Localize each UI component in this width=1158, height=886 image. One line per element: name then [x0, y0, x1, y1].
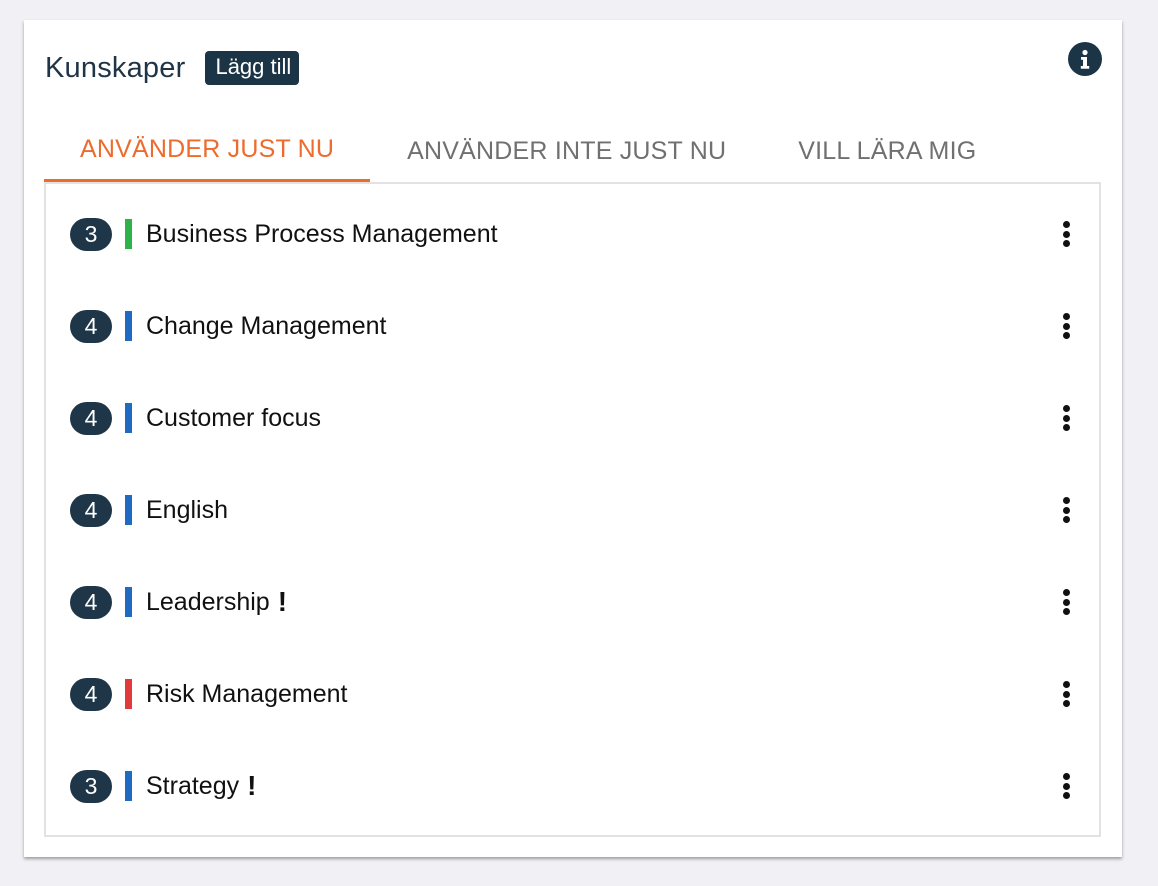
list-item: 3 Strategy! [46, 756, 1099, 816]
kebab-menu-icon[interactable] [1059, 679, 1073, 709]
skill-name[interactable]: Risk Management [146, 680, 347, 709]
skill-name[interactable]: Strategy! [146, 770, 256, 802]
skill-name[interactable]: Change Management [146, 312, 386, 341]
list-item: 4 Leadership! [46, 572, 1099, 632]
kebab-menu-icon[interactable] [1059, 495, 1073, 525]
level-badge: 4 [70, 309, 112, 343]
category-bar [125, 679, 132, 709]
warning-icon: ! [277, 586, 288, 617]
level-badge: 3 [70, 217, 112, 251]
kebab-menu-icon[interactable] [1059, 311, 1073, 341]
category-bar [125, 587, 132, 617]
card-header: Kunskaper Lägg till [45, 51, 300, 85]
skill-name[interactable]: Business Process Management [146, 220, 498, 249]
card-title: Kunskaper [45, 51, 186, 84]
level-badge: 4 [70, 493, 112, 527]
list-item: 3 Business Process Management [46, 204, 1099, 264]
category-bar [125, 771, 132, 801]
list-item: 4 Risk Management [46, 664, 1099, 724]
tab-using-now[interactable]: ANVÄNDER JUST NU [44, 120, 371, 182]
level-badge: 3 [70, 769, 112, 803]
info-icon[interactable] [1068, 42, 1102, 76]
category-bar [125, 495, 132, 525]
category-bar [125, 403, 132, 433]
kebab-menu-icon[interactable] [1059, 219, 1073, 249]
add-skill-button[interactable]: Lägg till [205, 51, 300, 85]
kebab-menu-icon[interactable] [1059, 403, 1073, 433]
category-bar [125, 219, 132, 249]
level-badge: 4 [70, 677, 112, 711]
skills-card: Kunskaper Lägg till ANVÄNDER JUST NU ANV… [24, 20, 1122, 857]
skills-list: 3 Business Process Management 4 Change M… [44, 182, 1101, 837]
kebab-menu-icon[interactable] [1059, 771, 1073, 801]
skill-name[interactable]: Leadership! [146, 586, 287, 618]
list-item: 4 Customer focus [46, 388, 1099, 448]
warning-icon: ! [247, 770, 257, 801]
category-bar [125, 311, 132, 341]
skill-name[interactable]: Customer focus [146, 404, 321, 433]
tab-bar: ANVÄNDER JUST NU ANVÄNDER INTE JUST NU V… [44, 120, 1012, 182]
skill-name[interactable]: English [146, 496, 228, 525]
level-badge: 4 [70, 401, 112, 435]
list-item: 4 English [46, 480, 1099, 540]
tab-want-to-learn[interactable]: VILL LÄRA MIG [762, 120, 1012, 182]
level-badge: 4 [70, 585, 112, 619]
tab-not-using-now[interactable]: ANVÄNDER INTE JUST NU [370, 120, 762, 182]
list-item: 4 Change Management [46, 296, 1099, 356]
kebab-menu-icon[interactable] [1059, 587, 1073, 617]
